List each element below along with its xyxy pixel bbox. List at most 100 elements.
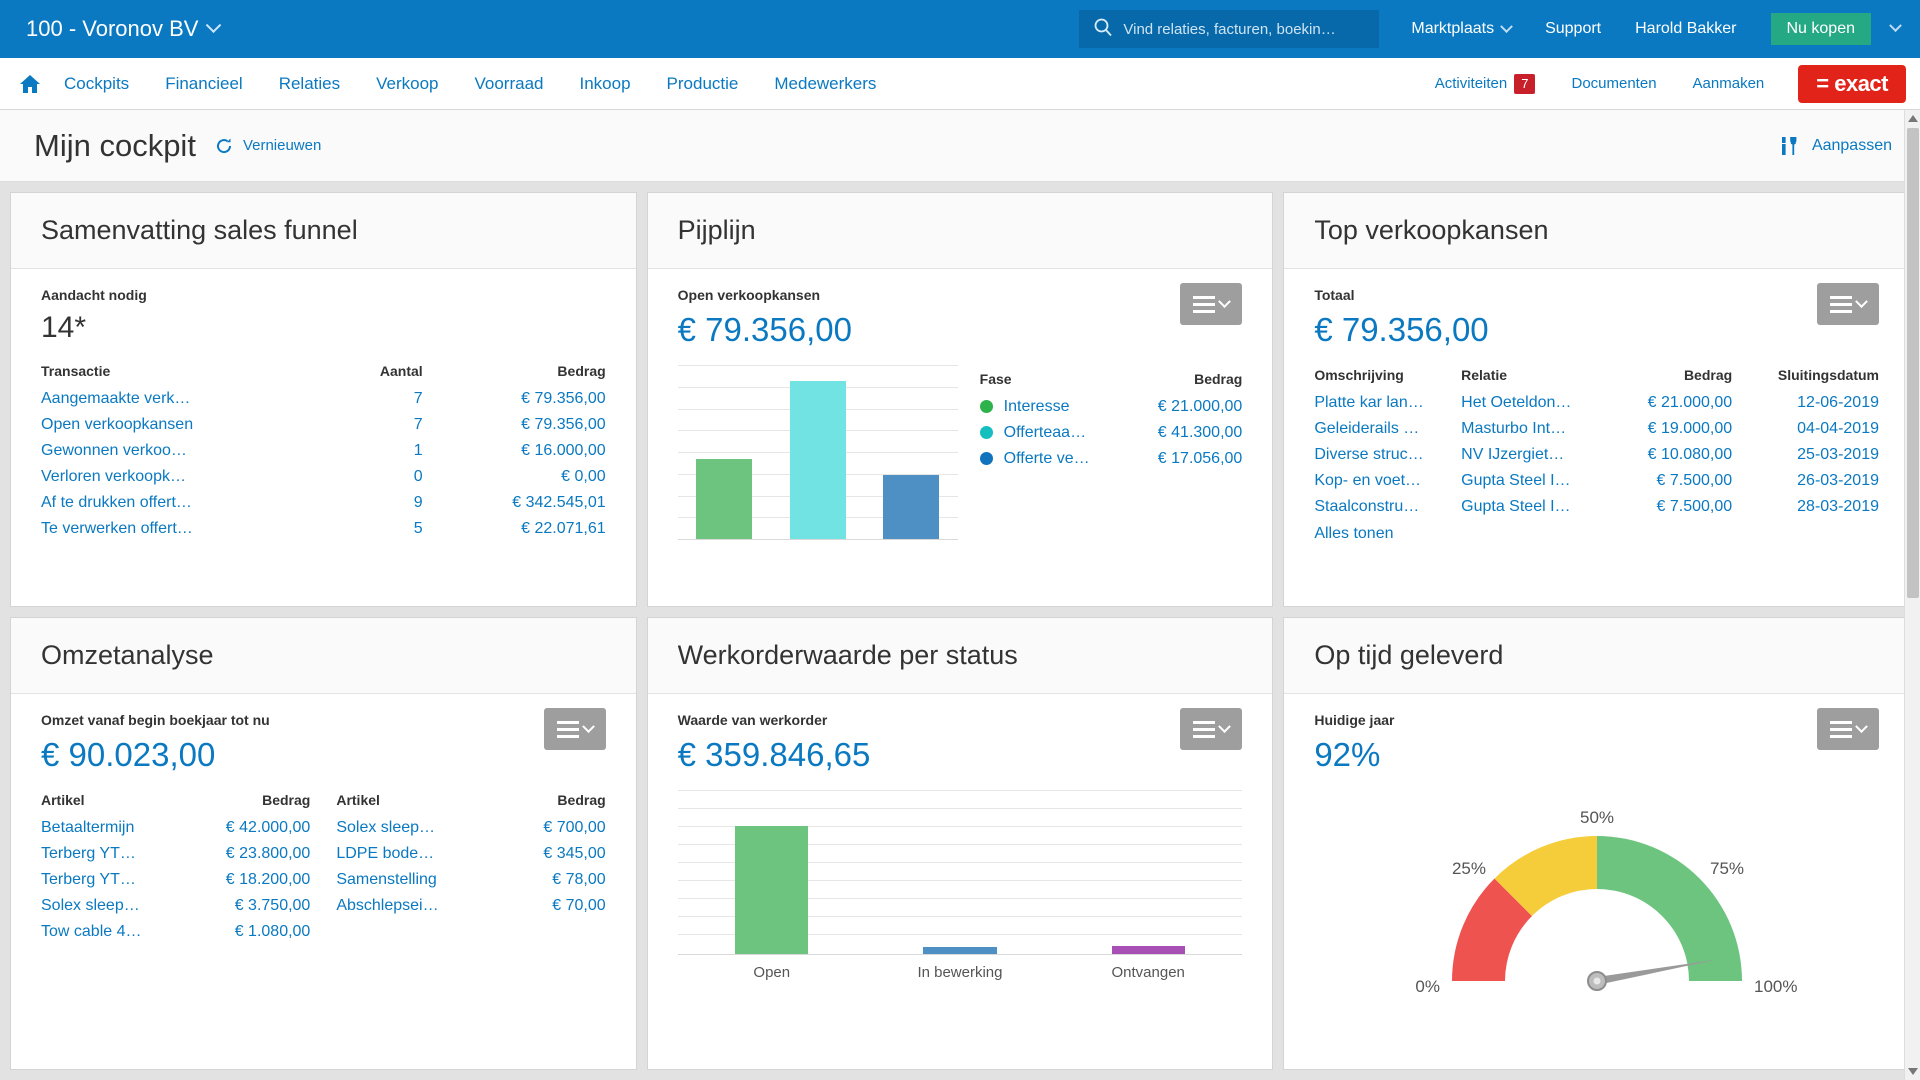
panel-menu-button[interactable] bbox=[543, 708, 606, 750]
table-row[interactable]: Solex sleep… € 3.750,00 bbox=[41, 893, 310, 919]
cell-bedrag[interactable]: € 16.000,00 bbox=[423, 438, 606, 464]
cell-omschrijving[interactable]: Kop- en voet… bbox=[1314, 468, 1461, 494]
list-item[interactable]: Offerte ve… € 17.056,00 bbox=[979, 446, 1243, 472]
cell-bedrag[interactable]: € 42.000,00 bbox=[187, 815, 311, 841]
scrollbar-thumb[interactable] bbox=[1907, 128, 1919, 598]
cell-bedrag[interactable]: € 79.356,00 bbox=[423, 386, 606, 412]
cell-aantal[interactable]: 1 bbox=[339, 438, 423, 464]
cell-artikel[interactable]: Abschlepsei… bbox=[336, 893, 503, 919]
exact-logo[interactable]: = exact bbox=[1798, 64, 1906, 103]
nav-item-voorraad[interactable]: Voorraad bbox=[475, 74, 544, 94]
cell-bedrag[interactable]: € 3.750,00 bbox=[187, 893, 311, 919]
documenten-link[interactable]: Documenten bbox=[1571, 75, 1656, 92]
activiteiten-link[interactable]: Activiteiten 7 bbox=[1435, 73, 1536, 94]
buy-now-button[interactable]: Nu kopen bbox=[1770, 13, 1871, 45]
cell-bedrag[interactable]: € 79.356,00 bbox=[423, 412, 606, 438]
cell-omschrijving[interactable]: Platte kar lan… bbox=[1314, 390, 1461, 416]
customize-button[interactable]: Aanpassen bbox=[1779, 135, 1892, 157]
nav-item-relaties[interactable]: Relaties bbox=[279, 74, 340, 94]
panel-menu-button[interactable] bbox=[1817, 708, 1879, 750]
cell-omschrijving[interactable]: Staalconstru… bbox=[1314, 494, 1461, 520]
scroll-up-arrow[interactable] bbox=[1908, 115, 1918, 122]
panel-menu-button[interactable] bbox=[1180, 283, 1243, 325]
table-row[interactable]: Diverse struc… NV IJzergiet… € 10.080,00… bbox=[1314, 442, 1879, 468]
nav-item-verkoop[interactable]: Verkoop bbox=[376, 74, 438, 94]
chart-bar-offerteaanvraag[interactable] bbox=[789, 380, 846, 539]
support-link[interactable]: Support bbox=[1545, 20, 1601, 38]
table-row[interactable]: Aangemaakte verk… 7 € 79.356,00 bbox=[41, 386, 606, 412]
marktplaats-menu[interactable]: Marktplaats bbox=[1411, 19, 1513, 38]
cell-relatie[interactable]: Gupta Steel I… bbox=[1461, 494, 1608, 520]
cell-artikel[interactable]: Betaaltermijn bbox=[41, 815, 187, 841]
table-row[interactable]: Tow cable 4… € 1.080,00 bbox=[41, 919, 310, 945]
legend-amount[interactable]: € 21.000,00 bbox=[1124, 394, 1243, 420]
cell-bedrag[interactable]: € 342.545,01 bbox=[423, 490, 605, 516]
table-row[interactable]: Platte kar lan… Het Oeteldon… € 21.000,0… bbox=[1314, 390, 1879, 416]
cell-artikel[interactable]: Solex sleep… bbox=[41, 893, 187, 919]
nav-item-productie[interactable]: Productie bbox=[667, 74, 739, 94]
cell-bedrag[interactable]: € 19.000,00 bbox=[1608, 416, 1733, 442]
cell-bedrag[interactable]: € 23.800,00 bbox=[187, 841, 311, 867]
cell-datum[interactable]: 25-03-2019 bbox=[1732, 442, 1879, 468]
table-row[interactable]: Open verkoopkansen 7 € 79.356,00 bbox=[41, 412, 606, 438]
cell-relatie[interactable]: Het Oeteldon… bbox=[1461, 390, 1608, 416]
company-selector[interactable]: 100 - Voronov BV bbox=[26, 16, 222, 42]
nav-item-cockpits[interactable]: Cockpits bbox=[64, 74, 129, 94]
nav-item-medewerkers[interactable]: Medewerkers bbox=[774, 74, 876, 94]
cell-bedrag[interactable]: € 7.500,00 bbox=[1608, 468, 1733, 494]
chart-bar-offerte-verzonden[interactable] bbox=[882, 474, 939, 539]
home-icon[interactable] bbox=[18, 72, 42, 96]
chart-bar-in-bewerking[interactable] bbox=[923, 947, 997, 954]
cell-datum[interactable]: 12-06-2019 bbox=[1732, 390, 1879, 416]
table-row[interactable]: Geleiderails … Masturbo Int… € 19.000,00… bbox=[1314, 416, 1879, 442]
cell-datum[interactable]: 26-03-2019 bbox=[1732, 468, 1879, 494]
list-item[interactable]: Offerteaa… € 41.300,00 bbox=[979, 420, 1243, 446]
cell-transactie[interactable]: Open verkoopkansen bbox=[41, 412, 339, 438]
scroll-down-arrow[interactable] bbox=[1908, 1068, 1918, 1075]
cell-bedrag[interactable]: € 18.200,00 bbox=[187, 867, 311, 893]
cell-artikel[interactable]: Tow cable 4… bbox=[41, 919, 187, 945]
cell-transactie[interactable]: Aangemaakte verk… bbox=[41, 386, 339, 412]
cell-artikel[interactable]: Terberg YT… bbox=[41, 867, 187, 893]
cell-aantal[interactable]: 7 bbox=[339, 386, 423, 412]
cell-transactie[interactable]: Af te drukken offert… bbox=[41, 490, 339, 516]
legend-label[interactable]: Interesse bbox=[1004, 394, 1124, 420]
cell-aantal[interactable]: 0 bbox=[339, 464, 423, 490]
legend-amount[interactable]: € 17.056,00 bbox=[1124, 446, 1243, 472]
table-row[interactable]: Abschlepsei… € 70,00 bbox=[336, 893, 605, 919]
cell-bedrag[interactable]: € 70,00 bbox=[504, 893, 605, 919]
cell-omschrijving[interactable]: Geleiderails … bbox=[1314, 416, 1461, 442]
list-item[interactable]: Interesse € 21.000,00 bbox=[979, 394, 1243, 420]
cell-transactie[interactable]: Te verwerken offert… bbox=[41, 516, 339, 542]
legend-amount[interactable]: € 41.300,00 bbox=[1124, 420, 1243, 446]
cell-aantal[interactable]: 5 bbox=[339, 516, 423, 542]
cell-artikel[interactable]: LDPE bode… bbox=[336, 841, 503, 867]
panel-menu-button[interactable] bbox=[1180, 708, 1243, 750]
cell-aantal[interactable]: 7 bbox=[339, 412, 423, 438]
table-row[interactable]: Solex sleep… € 700,00 bbox=[336, 815, 605, 841]
cell-artikel[interactable]: Solex sleep… bbox=[336, 815, 503, 841]
page-scrollbar[interactable] bbox=[1904, 110, 1920, 1080]
table-row[interactable]: Betaaltermijn € 42.000,00 bbox=[41, 815, 310, 841]
cell-bedrag[interactable]: € 345,00 bbox=[504, 841, 605, 867]
cell-artikel[interactable]: Terberg YT… bbox=[41, 841, 187, 867]
legend-label[interactable]: Offerteaa… bbox=[1004, 420, 1124, 446]
nav-item-financieel[interactable]: Financieel bbox=[165, 74, 243, 94]
nav-item-inkoop[interactable]: Inkoop bbox=[580, 74, 631, 94]
cell-transactie[interactable]: Gewonnen verkoo… bbox=[41, 438, 339, 464]
cell-bedrag[interactable]: € 1.080,00 bbox=[187, 919, 311, 945]
cell-relatie[interactable]: Masturbo Int… bbox=[1461, 416, 1608, 442]
table-row[interactable]: Samenstelling € 78,00 bbox=[336, 867, 605, 893]
cell-bedrag[interactable]: € 7.500,00 bbox=[1608, 494, 1733, 520]
chart-bar-ontvangen[interactable] bbox=[1111, 945, 1185, 954]
table-row[interactable]: Staalconstru… Gupta Steel I… € 7.500,00 … bbox=[1314, 494, 1879, 520]
table-row[interactable]: Verloren verkoopk… 0 € 0,00 bbox=[41, 464, 606, 490]
cell-datum[interactable]: 28-03-2019 bbox=[1732, 494, 1879, 520]
table-row[interactable]: LDPE bode… € 345,00 bbox=[336, 841, 605, 867]
refresh-button[interactable]: Vernieuwen bbox=[214, 136, 321, 156]
table-row[interactable]: Terberg YT… € 18.200,00 bbox=[41, 867, 310, 893]
top-more-menu[interactable] bbox=[1889, 19, 1902, 38]
aanmaken-link[interactable]: Aanmaken bbox=[1693, 75, 1765, 92]
table-row[interactable]: Terberg YT… € 23.800,00 bbox=[41, 841, 310, 867]
chart-bar-open[interactable] bbox=[735, 826, 809, 954]
